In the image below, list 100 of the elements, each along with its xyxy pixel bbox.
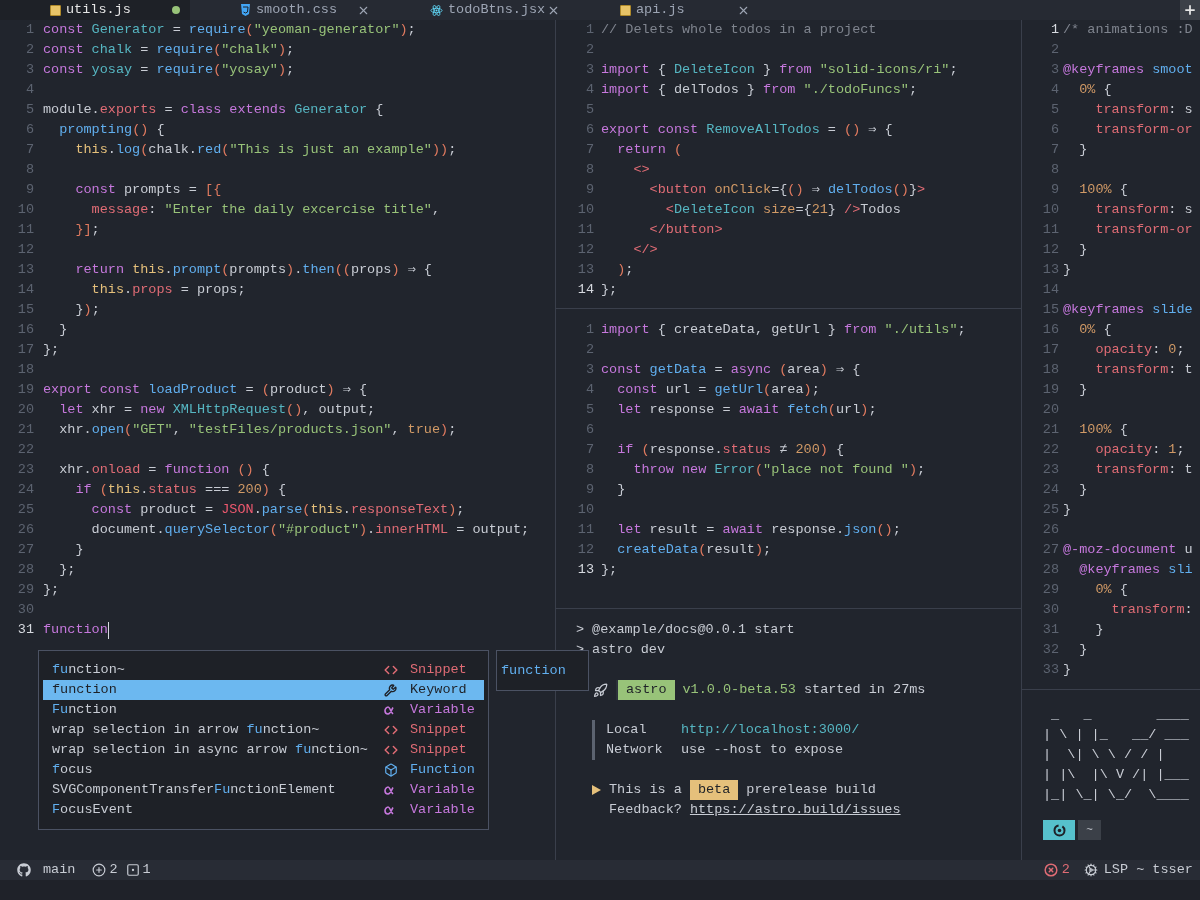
line-number: 27 <box>1041 540 1059 559</box>
completion-label: wrap selection in async arrow function~ <box>52 740 369 759</box>
astro-badge: astro <box>616 680 675 700</box>
line-number: 15 <box>1041 300 1059 319</box>
line-number: 25 <box>1041 500 1059 519</box>
plus-icon <box>1183 3 1197 17</box>
completion-label: focus <box>52 760 94 779</box>
code-line: module.exports = class extends Generator { <box>43 100 384 119</box>
completion-item[interactable]: focus Function <box>43 760 484 780</box>
completion-item[interactable]: function Keyword <box>43 680 484 700</box>
file-tab[interactable]: api.js <box>570 0 760 20</box>
branch-name: main <box>43 860 76 879</box>
code-line: throw new Error("place not found "); <box>632 460 926 479</box>
code-line: transform: s <box>1094 200 1193 219</box>
line-number: 5 <box>584 400 594 419</box>
line-number: 10 <box>1041 200 1059 219</box>
code-line: message: "Enter the daily excercise title", <box>90 200 440 219</box>
line-number: 8 <box>24 160 34 179</box>
line-number: 28 <box>1041 560 1059 579</box>
line-number: 29 <box>1041 580 1059 599</box>
feedback-link[interactable]: https://astro.build/issues <box>689 799 901 821</box>
file-tab[interactable]: smooth.css <box>190 0 380 20</box>
code-line: return ( <box>616 140 683 159</box>
css-file-icon <box>240 4 251 16</box>
code-line: ); <box>616 260 634 279</box>
changed-count: 1 <box>142 860 151 879</box>
line-number: 19 <box>16 380 34 399</box>
line-number: 8 <box>584 460 594 479</box>
code-line: </> <box>632 240 658 259</box>
completion-item[interactable]: function~ Snippet <box>43 660 484 680</box>
lsp-status: LSP ~ tsser <box>1103 860 1193 879</box>
code-line: 0% { <box>1078 80 1112 99</box>
code-line: export const RemoveAllTodos = () ⇒ { <box>601 120 893 139</box>
completion-kind: Variable <box>410 800 476 819</box>
completion-item[interactable]: wrap selection in async arrow function~ Snippet <box>43 740 484 760</box>
line-number: 30 <box>1041 600 1059 619</box>
address-label: Local <box>606 720 648 739</box>
file-tab[interactable]: todoBtns.jsx <box>380 0 570 20</box>
line-number: 11 <box>576 220 594 239</box>
completion-item[interactable]: SVGComponentTransferFunctionElement Variable <box>43 780 484 800</box>
js-file-icon <box>620 4 631 16</box>
code-line: } <box>1078 240 1088 259</box>
line-number: 6 <box>1049 120 1059 139</box>
line-number: 14 <box>576 280 594 299</box>
code-line: transform-or <box>1094 220 1193 239</box>
file-tab[interactable]: utils.js <box>0 0 190 20</box>
line-number: 4 <box>24 80 34 99</box>
line-number: 14 <box>1041 280 1059 299</box>
prompt-symbol: > <box>576 620 585 639</box>
gears-icon <box>1083 863 1098 877</box>
code-line: import { DeleteIcon } from "solid-icons/ri"; <box>601 60 958 79</box>
line-number: 16 <box>1041 320 1059 339</box>
code-line: const product = JSON.parse(this.responseText); <box>90 500 465 519</box>
new-tab-button[interactable] <box>1180 0 1200 20</box>
code-line: document.querySelector("#product").innerHTML = output; <box>90 520 530 539</box>
code-line: if (response.status ≠ 200) { <box>616 440 845 459</box>
code-line: createData(result); <box>616 540 772 559</box>
completion-item[interactable]: FocusEvent Variable <box>43 800 484 820</box>
code-line: 100% { <box>1078 420 1128 439</box>
address-label: Network <box>606 740 664 759</box>
terminal-command: @example/docs@0.0.1 start <box>592 620 795 639</box>
code-line: transform: t <box>1094 460 1193 479</box>
code-line: <DeleteIcon size={21} />Todos <box>664 200 901 219</box>
line-number: 10 <box>576 500 594 519</box>
local-url-link[interactable]: http://localhost:3000/ <box>681 719 860 741</box>
code-line: transform: s <box>1094 100 1193 119</box>
line-number: 13 <box>16 260 34 279</box>
code-icon <box>384 743 398 757</box>
line-number: 13 <box>1041 260 1059 279</box>
line-number: 29 <box>16 580 34 599</box>
line-number: 23 <box>16 460 34 479</box>
code-line: xhr.onload = function () { <box>58 460 270 479</box>
line-number: 11 <box>16 220 34 239</box>
code-line: 0% { <box>1094 580 1128 599</box>
code-line: const url = getUrl(area); <box>616 380 820 399</box>
completion-item[interactable]: wrap selection in arrow function~ Snippet <box>43 720 484 740</box>
line-number: 31 <box>16 620 34 639</box>
code-line: prompting() { <box>58 120 165 139</box>
ascii-art-line: | \| \ \ / / | <box>1043 746 1166 764</box>
line-number: 6 <box>584 420 594 439</box>
line-number: 14 <box>16 280 34 299</box>
line-number: 24 <box>1041 480 1059 499</box>
line-number: 12 <box>16 240 34 259</box>
line-number: 4 <box>584 380 594 399</box>
line-number: 7 <box>1049 140 1059 159</box>
line-number: 3 <box>1049 60 1059 79</box>
code-line: }; <box>43 580 60 599</box>
line-number: 1 <box>584 20 594 39</box>
line-number: 1 <box>1049 20 1059 39</box>
line-number: 12 <box>576 240 594 259</box>
code-line: }); <box>74 300 100 319</box>
line-number: 12 <box>576 540 594 559</box>
code-line: } <box>1063 500 1072 519</box>
code-line: let xhr = new XMLHttpRequest(), output; <box>58 400 376 419</box>
error-icon <box>1043 863 1058 877</box>
beta-badge: beta <box>689 780 739 800</box>
line-number: 9 <box>24 180 34 199</box>
completion-item[interactable]: Function Variable <box>43 700 484 720</box>
completion-kind: Function <box>410 760 476 779</box>
added-count: 2 <box>109 860 118 879</box>
